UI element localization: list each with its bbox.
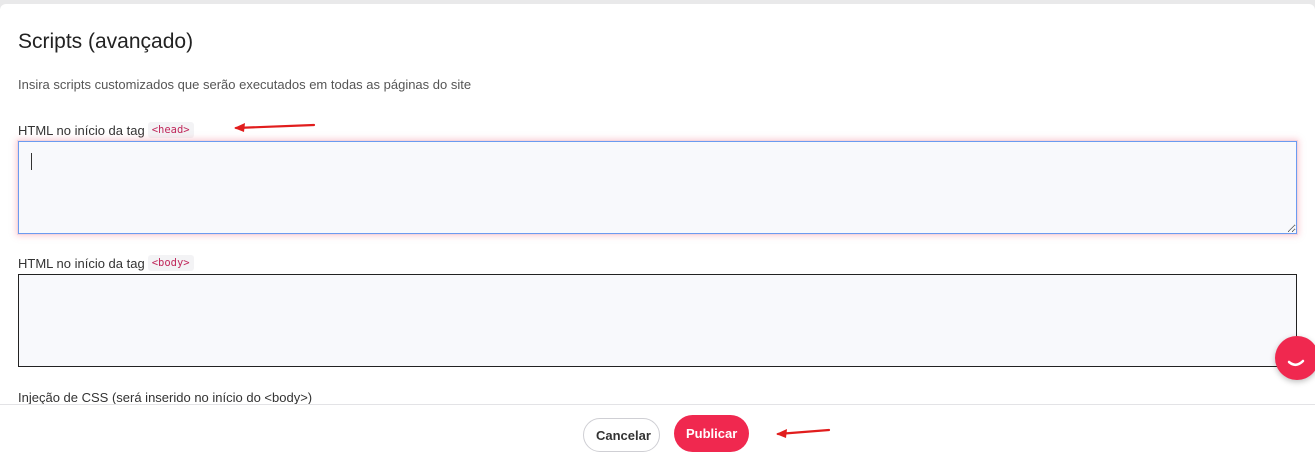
body-tag-code: <body> xyxy=(147,255,194,271)
arrow-left-icon xyxy=(776,428,831,438)
css-label-text: Injeção de CSS (será inserido no início … xyxy=(18,390,313,404)
body-label-text: HTML no início da tag xyxy=(18,255,145,271)
page-description: Insira scripts customizados que serão ex… xyxy=(18,77,472,92)
head-label-text: HTML no início da tag xyxy=(18,122,145,138)
body-html-input[interactable] xyxy=(18,274,1297,367)
arrow-left-icon xyxy=(234,123,316,132)
modal-footer: Cancelar Publicar xyxy=(0,404,1315,458)
head-tag-code: <head> xyxy=(147,122,194,138)
head-field-label: HTML no início da tag <head> xyxy=(18,122,194,138)
page-title: Scripts (avançado) xyxy=(18,30,194,53)
css-field-label: Injeção de CSS (será inserido no início … xyxy=(18,390,312,404)
publish-button[interactable]: Publicar xyxy=(674,415,749,452)
chat-bubble-icon[interactable] xyxy=(1275,336,1315,380)
cancel-button[interactable]: Cancelar xyxy=(583,418,660,452)
body-field-label: HTML no início da tag <body> xyxy=(18,255,194,271)
scripts-modal: Scripts (avançado) Insira scripts custom… xyxy=(0,4,1315,458)
modal-content[interactable]: Scripts (avançado) Insira scripts custom… xyxy=(0,4,1315,404)
head-html-input[interactable] xyxy=(18,141,1297,234)
chat-smile-icon xyxy=(1287,359,1305,366)
text-cursor xyxy=(31,153,32,170)
